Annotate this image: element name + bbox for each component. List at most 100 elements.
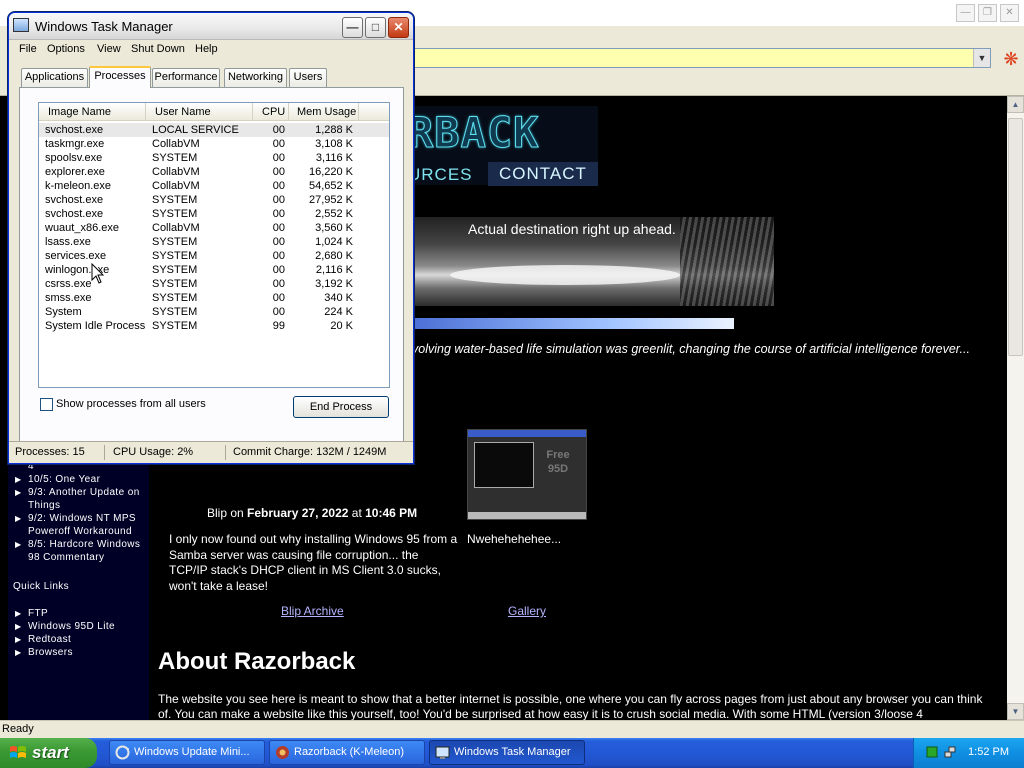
table-row[interactable]: spoolsv.exe SYSTEM 00 3,116 K	[39, 151, 389, 165]
process-name-cell: lsass.exe	[45, 236, 91, 248]
process-user-cell: CollabVM	[152, 138, 200, 150]
clock[interactable]: 1:52 PM	[968, 746, 1009, 758]
taskbar-button-k-meleon[interactable]: Razorback (K-Meleon)	[269, 740, 425, 765]
blip-date: February 27, 2022	[247, 506, 349, 520]
address-dropdown-button[interactable]: ▼	[973, 49, 990, 67]
process-cpu-cell: 00	[272, 124, 285, 136]
process-cpu-cell: 00	[272, 208, 285, 220]
process-mem-cell: 3,560 K	[315, 222, 353, 234]
process-list[interactable]: Image Name User Name CPU Mem Usage svcho…	[38, 102, 390, 388]
browser-minimize-button[interactable]: —	[956, 4, 975, 22]
process-mem-cell: 3,108 K	[315, 138, 353, 150]
process-cpu-cell: 00	[272, 222, 285, 234]
column-cpu[interactable]: CPU	[253, 103, 289, 121]
process-name-cell: spoolsv.exe	[45, 152, 103, 164]
k-meleon-icon	[276, 746, 289, 759]
tab-users[interactable]: Users	[289, 68, 327, 87]
table-row[interactable]: k-meleon.exe CollabVM 00 54,652 K	[39, 179, 389, 193]
table-row[interactable]: taskmgr.exe CollabVM 00 3,108 K	[39, 137, 389, 151]
menu-view[interactable]: View	[97, 43, 121, 55]
system-tray: 1:52 PM	[913, 738, 1024, 768]
processes-panel: Image Name User Name CPU Mem Usage svcho…	[19, 87, 404, 446]
tab-applications[interactable]: Applications	[21, 68, 88, 87]
nav-resources-link[interactable]: URCES	[408, 165, 473, 185]
address-bar-input[interactable]: ▼	[408, 48, 991, 68]
status-commit-charge: Commit Charge: 132M / 1249M	[233, 446, 387, 458]
menu-bar: File Options View Shut Down Help	[9, 41, 413, 59]
tab-networking[interactable]: Networking	[224, 68, 287, 87]
process-cpu-cell: 00	[272, 278, 285, 290]
quick-link[interactable]: ▶ Redtoast	[8, 633, 149, 646]
process-mem-cell: 3,116 K	[315, 152, 353, 164]
process-user-cell: SYSTEM	[152, 292, 198, 304]
tray-network-icon[interactable]	[944, 746, 956, 758]
process-name-cell: System	[45, 306, 82, 318]
bullet-triangle-icon: ▶	[15, 540, 22, 549]
menu-file[interactable]: File	[19, 43, 37, 55]
maximize-button[interactable]: □	[365, 17, 386, 38]
table-row[interactable]: System SYSTEM 00 224 K	[39, 305, 389, 319]
menu-options[interactable]: Options	[47, 43, 85, 55]
process-name-cell: csrss.exe	[45, 278, 92, 290]
scroll-up-button[interactable]: ▲	[1007, 96, 1024, 113]
table-row[interactable]: System Idle Process SYSTEM 99 20 K	[39, 319, 389, 333]
show-all-checkbox[interactable]	[40, 398, 53, 411]
tray-task-manager-icon[interactable]	[926, 746, 938, 758]
gallery-thumbnail[interactable]: Free 95D	[467, 429, 587, 520]
browser-restore-button[interactable]: ❐	[978, 4, 997, 22]
blip-time: 10:46 PM	[365, 506, 418, 520]
blip-body: I only now found out why installing Wind…	[169, 532, 458, 593]
bullet-triangle-icon: ▶	[15, 488, 22, 497]
table-row[interactable]: svchost.exe LOCAL SERVICE 00 1,288 K	[39, 123, 389, 137]
blip-archive-link[interactable]: Blip Archive	[281, 604, 344, 618]
close-button[interactable]: ✕	[388, 17, 409, 38]
tab-processes[interactable]: Processes	[89, 66, 151, 88]
sidebar-update-link[interactable]: ▶ 10/5: One Year	[8, 473, 149, 486]
menu-shut-down[interactable]: Shut Down	[131, 43, 185, 55]
taskbar-button-task-manager[interactable]: Windows Task Manager	[429, 740, 585, 765]
table-row[interactable]: explorer.exe CollabVM 00 16,220 K	[39, 165, 389, 179]
task-manager-icon	[435, 746, 450, 759]
process-name-cell: svchost.exe	[45, 194, 104, 206]
table-row[interactable]: svchost.exe SYSTEM 00 27,952 K	[39, 193, 389, 207]
column-mem-usage[interactable]: Mem Usage	[289, 103, 359, 121]
scroll-thumb[interactable]	[1008, 118, 1023, 356]
show-all-label[interactable]: Show processes from all users	[56, 398, 206, 410]
bullet-triangle-icon: ▶	[15, 609, 22, 618]
quick-link[interactable]: ▶ Browsers	[8, 646, 149, 659]
menu-help[interactable]: Help	[195, 43, 218, 55]
scroll-down-button[interactable]: ▼	[1007, 703, 1024, 720]
quick-link[interactable]: ▶ Windows 95D Lite	[8, 620, 149, 633]
table-row[interactable]: smss.exe SYSTEM 00 340 K	[39, 291, 389, 305]
sidebar-update-link[interactable]: ▶ 8/5: Hardcore Windows 98 Commentary	[8, 538, 149, 564]
column-image-name[interactable]: Image Name	[39, 103, 146, 121]
nav-contact-link[interactable]: CONTACT	[488, 162, 598, 186]
process-mem-cell: 2,116 K	[315, 264, 353, 276]
start-button[interactable]: start	[0, 738, 97, 768]
process-user-cell: CollabVM	[152, 222, 200, 234]
quick-link[interactable]: ▶ FTP	[8, 607, 149, 620]
page-scrollbar[interactable]: ▲ ▼	[1007, 96, 1024, 720]
table-row[interactable]: svchost.exe SYSTEM 00 2,552 K	[39, 207, 389, 221]
table-row[interactable]: services.exe SYSTEM 00 2,680 K	[39, 249, 389, 263]
browser-close-button[interactable]: ✕	[1000, 4, 1019, 22]
about-heading: About Razorback	[158, 648, 356, 675]
minimize-button[interactable]: —	[342, 17, 363, 38]
gallery-link[interactable]: Gallery	[508, 604, 546, 618]
table-row[interactable]: wuaut_x86.exe CollabVM 00 3,560 K	[39, 221, 389, 235]
windows-logo-icon	[10, 746, 26, 758]
end-process-button[interactable]: End Process	[293, 396, 389, 418]
throbber-icon: ❋	[1003, 49, 1019, 69]
process-user-cell: SYSTEM	[152, 250, 198, 262]
process-name-cell: services.exe	[45, 250, 107, 262]
sidebar-update-link[interactable]: ▶ 9/2: Windows NT MPS Poweroff Workaround	[8, 512, 149, 538]
column-user-name[interactable]: User Name	[146, 103, 253, 121]
process-cpu-cell: 00	[272, 236, 285, 248]
tab-performance[interactable]: Performance	[152, 68, 220, 87]
table-row[interactable]: lsass.exe SYSTEM 00 1,024 K	[39, 235, 389, 249]
taskbar-button-windows-update[interactable]: Windows Update Mini...	[109, 740, 265, 765]
process-mem-cell: 1,288 K	[315, 124, 353, 136]
process-name-cell: svchost.exe	[45, 124, 104, 136]
sidebar-update-link[interactable]: ▶ 9/3: Another Update on Things	[8, 486, 149, 512]
task-manager-titlebar[interactable]: Windows Task Manager — □ ✕	[9, 13, 413, 40]
